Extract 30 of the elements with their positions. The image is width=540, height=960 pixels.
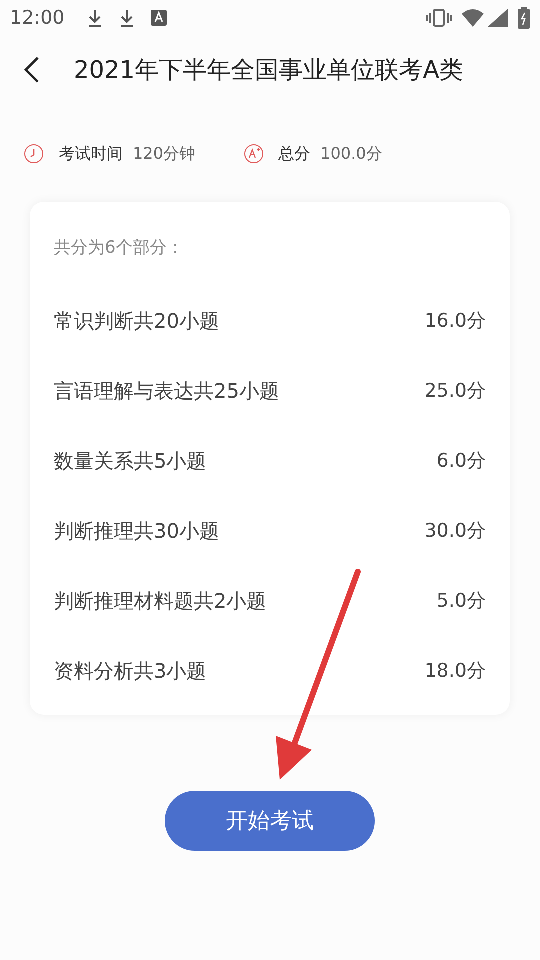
info-label: 总分 [278,143,311,165]
section-score: 5.0分 [436,588,486,614]
section-name: 数量关系共5小题 [54,448,207,475]
info-value: 120分钟 [133,143,196,165]
section-score: 30.0分 [424,518,486,544]
battery-icon [518,7,530,29]
font-icon [150,10,167,26]
section-name: 资料分析共3小题 [54,658,207,685]
info-label: 考试时间 [59,143,123,165]
wifi-icon [462,9,484,27]
clock-icon [24,144,44,164]
card-heading: 共分为6个部分： [54,237,185,260]
section-score: 18.0分 [424,658,486,684]
section-name: 常识判断共20小题 [54,308,220,335]
section-name: 言语理解与表达共25小题 [54,378,280,405]
start-exam-button[interactable]: 开始考试 [165,791,375,851]
status-time: 12:00 [10,6,65,31]
download-icon [118,8,135,28]
section-score: 25.0分 [424,378,486,404]
download-icon [86,8,103,28]
grade-icon [244,144,264,164]
section-score: 16.0分 [424,308,486,334]
vibrate-icon [426,8,452,28]
info-value: 100.0分 [320,143,382,165]
section-name: 判断推理材料题共2小题 [54,588,267,615]
page-title: 2021年下半年全国事业单位联考A类 [74,55,464,86]
signal-icon [488,9,508,27]
section-score: 6.0分 [436,448,486,474]
section-name: 判断推理共30小题 [54,518,220,545]
back-icon [24,56,40,84]
